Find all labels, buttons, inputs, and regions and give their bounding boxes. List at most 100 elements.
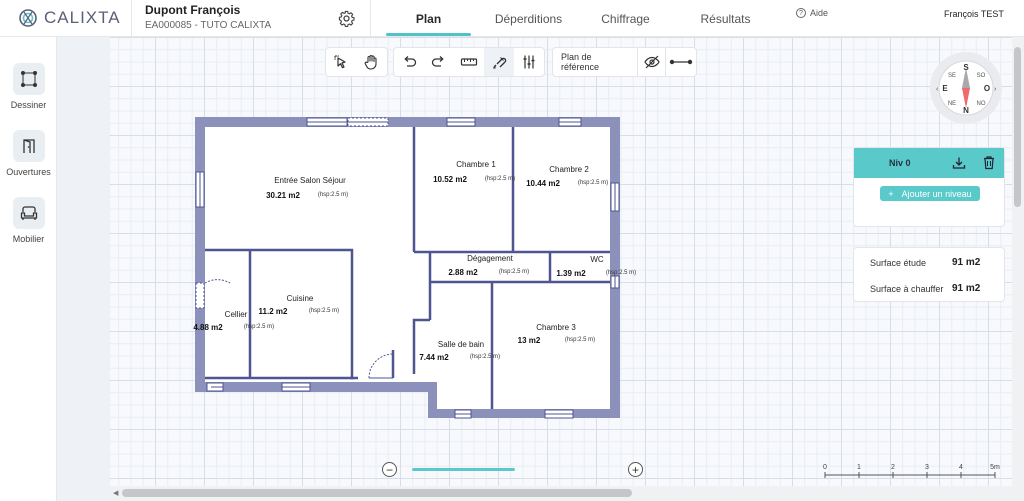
surface-label: Surface à chauffer (870, 284, 944, 294)
room-area: 10.52 m2 (433, 175, 467, 184)
surface-value: 91 m2 (952, 283, 981, 294)
main-tabs: Plan Déperditions Chiffrage Résultats (372, 0, 772, 37)
help-icon: ? (796, 8, 806, 18)
client-info: Dupont François EA000085 - TUTO CALIXTA (145, 3, 271, 31)
help-link[interactable]: ? Aide (796, 8, 828, 18)
level-row[interactable]: Niv 0 (854, 148, 1004, 178)
tool-ouvertures[interactable]: Ouvertures (0, 130, 57, 177)
add-level-label: Ajouter un niveau (901, 188, 972, 199)
scroll-thumb[interactable] (122, 489, 632, 497)
tool-dessiner[interactable]: Dessiner (0, 63, 57, 110)
zoom-out-button[interactable]: − (382, 462, 397, 477)
reference-tools: Plan de référence (552, 47, 697, 77)
download-icon[interactable] (952, 156, 966, 170)
compass-se-label: SE (948, 73, 956, 79)
scale-tick-label: 4 (959, 464, 963, 471)
calixta-logo: CALIXTA (18, 8, 121, 28)
hand-pan-icon[interactable] (356, 48, 386, 76)
room-hsp: (hsp:2.5 m) (308, 308, 340, 314)
user-menu[interactable]: François TEST (944, 9, 1004, 19)
draw-nodes-icon (20, 71, 37, 87)
magnet-snap-icon[interactable] (484, 48, 514, 76)
horizontal-scrollbar[interactable]: ◀ (110, 486, 1024, 501)
room-area: 7.44 m2 (419, 353, 449, 362)
compass-n-label: N (963, 106, 969, 115)
floor-plan[interactable] (190, 112, 630, 424)
scale-bar: 0 1 2 3 4 5m (823, 464, 1000, 478)
tool-label: Dessiner (10, 100, 47, 110)
room-hsp: (hsp:2.5 m) (564, 337, 596, 343)
room-name: Salle de bain (437, 340, 485, 349)
plus-icon: + (888, 188, 894, 199)
levels-panel: Niv 0 + Ajouter un niveau (853, 147, 1005, 227)
scale-tick-label: 2 (891, 464, 895, 471)
visibility-off-icon[interactable] (636, 48, 666, 76)
scroll-thumb[interactable] (1014, 47, 1021, 207)
room-area: 13 m2 (517, 336, 541, 345)
surface-label: Surface étude (870, 258, 927, 268)
room-area: 10.44 m2 (526, 179, 560, 188)
edit-tools (393, 47, 545, 77)
client-reference: EA000085 - TUTO CALIXTA (145, 20, 272, 31)
sofa-icon (20, 206, 37, 220)
gear-icon[interactable] (338, 10, 355, 27)
scale-tick-label: 3 (925, 464, 929, 471)
surface-value: 91 m2 (952, 257, 981, 268)
ruler-icon[interactable] (454, 48, 484, 76)
room-hsp: (hsp:2.5 m) (498, 269, 530, 275)
room-hsp: (hsp:2.5 m) (605, 270, 637, 276)
compass-e-label: E (942, 84, 948, 93)
room-name: Chambre 2 (549, 165, 589, 174)
help-label: Aide (810, 8, 829, 18)
surfaces-panel: Surface étude 91 m2 Surface à chauffer 9… (853, 247, 1005, 302)
tab-chiffrage[interactable]: Chiffrage (572, 0, 679, 37)
canvas-left-margin (57, 37, 110, 501)
room-name: Chambre 3 (536, 323, 576, 332)
scroll-left-icon[interactable]: ◀ (113, 489, 118, 497)
client-name: Dupont François (145, 3, 241, 17)
room-name: Cuisine (286, 294, 314, 303)
tool-mobilier[interactable]: Mobilier (0, 197, 57, 244)
calixta-logo-icon (19, 9, 37, 27)
room-name: Dégagement (467, 254, 513, 263)
logo-text: CALIXTA (44, 8, 121, 27)
line-segment-icon[interactable] (665, 48, 696, 76)
tab-deperditions[interactable]: Déperditions (485, 0, 572, 37)
room-name: Cellier (224, 310, 248, 319)
selection-tools (325, 47, 388, 77)
sliders-icon[interactable] (514, 48, 544, 76)
header-divider (131, 0, 132, 37)
room-area: 1.39 m2 (556, 269, 586, 278)
compass-so-label: SO (977, 73, 986, 79)
header-divider (370, 0, 371, 37)
vertical-scrollbar[interactable] (1012, 37, 1024, 486)
tool-label: Ouvertures (6, 167, 51, 177)
zoom-in-button[interactable]: + (628, 462, 643, 477)
add-level-button[interactable]: + Ajouter un niveau (880, 186, 980, 201)
trash-icon[interactable] (982, 155, 996, 170)
redo-icon[interactable] (424, 48, 454, 76)
zoom-slider[interactable] (412, 468, 515, 471)
room-name: Chambre 1 (456, 160, 496, 169)
room-hsp: (hsp:2.5 m) (469, 354, 501, 360)
room-area: 4.88 m2 (193, 323, 223, 332)
room-name: Entrée Salon Séjour (274, 176, 346, 185)
left-toolbar: Dessiner Ouvertures Mobilier (0, 37, 57, 501)
tab-plan[interactable]: Plan (372, 0, 485, 37)
tool-label: Mobilier (12, 234, 45, 244)
scale-tick-label: 1 (857, 464, 861, 471)
room-hsp: (hsp:2.5 m) (577, 180, 609, 186)
door-icon (22, 139, 35, 153)
undo-icon[interactable] (394, 48, 424, 76)
room-area: 2.88 m2 (448, 268, 478, 277)
tab-resultats[interactable]: Résultats (679, 0, 772, 37)
compass-rose[interactable]: S N E O SE SO NE NO ‹ › (928, 50, 1004, 126)
compass-s-label: S (963, 63, 969, 72)
scale-tick-label: 5m (990, 464, 1000, 471)
select-cursor-icon[interactable] (326, 48, 356, 76)
reference-plan-button[interactable]: Plan de référence (553, 48, 637, 76)
room-hsp: (hsp:2.5 m) (484, 176, 516, 182)
level-name: Niv 0 (889, 158, 911, 168)
room-hsp: (hsp:2.5 m) (317, 192, 349, 198)
room-name: WC (590, 255, 604, 264)
